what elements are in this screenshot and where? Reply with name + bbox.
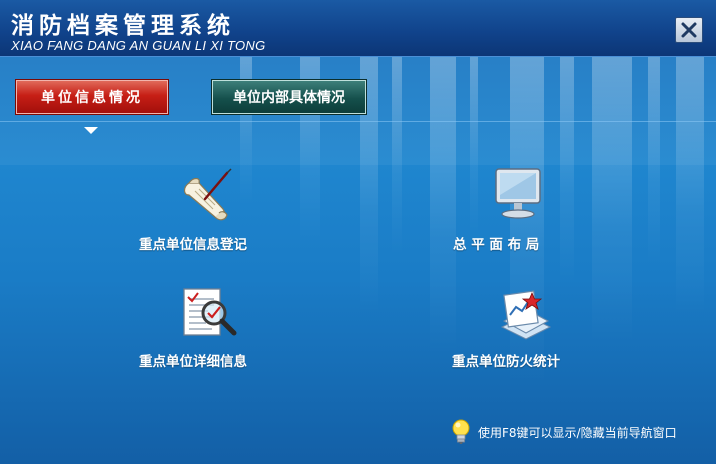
close-button[interactable] xyxy=(675,17,703,43)
app-title: 消防档案管理系统 xyxy=(11,13,235,39)
tab-divider xyxy=(0,121,716,122)
tile-key-unit-registration[interactable]: 重点单位信息登记 xyxy=(130,165,280,260)
app-window: 消防档案管理系统 XIAO FANG DANG AN GUAN LI XI TO… xyxy=(0,0,716,464)
tile-key-unit-fire-statistics[interactable]: 重点单位防火统计 xyxy=(440,283,600,373)
tile-site-layout[interactable]: 总 平 面 布 局 xyxy=(440,165,590,260)
document-magnifier-icon xyxy=(183,288,237,336)
tile-label: 重点单位详细信息 xyxy=(139,354,247,370)
background-streaks xyxy=(0,55,716,385)
tab-unit-info[interactable]: 单位信息情况 xyxy=(16,80,168,114)
tile-label: 重点单位信息登记 xyxy=(139,237,247,253)
scroll-quill-icon xyxy=(183,168,232,221)
active-tab-pointer-icon xyxy=(84,127,98,134)
lightbulb-icon xyxy=(452,419,470,444)
navigation-hint: 使用F8键可以显示/隐藏当前导航窗口 xyxy=(450,418,677,446)
monitor-icon xyxy=(495,168,541,219)
chart-document-icon xyxy=(500,290,552,340)
close-icon xyxy=(681,22,697,38)
tile-label: 总 平 面 布 局 xyxy=(453,237,540,253)
tab-unit-internal-details[interactable]: 单位内部具体情况 xyxy=(212,80,366,114)
title-bar: 消防档案管理系统 XIAO FANG DANG AN GUAN LI XI TO… xyxy=(0,0,716,57)
tile-key-unit-details[interactable]: 重点单位详细信息 xyxy=(130,283,280,373)
tile-label: 重点单位防火统计 xyxy=(452,354,560,370)
hint-text: 使用F8键可以显示/隐藏当前导航窗口 xyxy=(478,425,677,440)
app-title-pinyin: XIAO FANG DANG AN GUAN LI XI TONG xyxy=(11,38,266,53)
